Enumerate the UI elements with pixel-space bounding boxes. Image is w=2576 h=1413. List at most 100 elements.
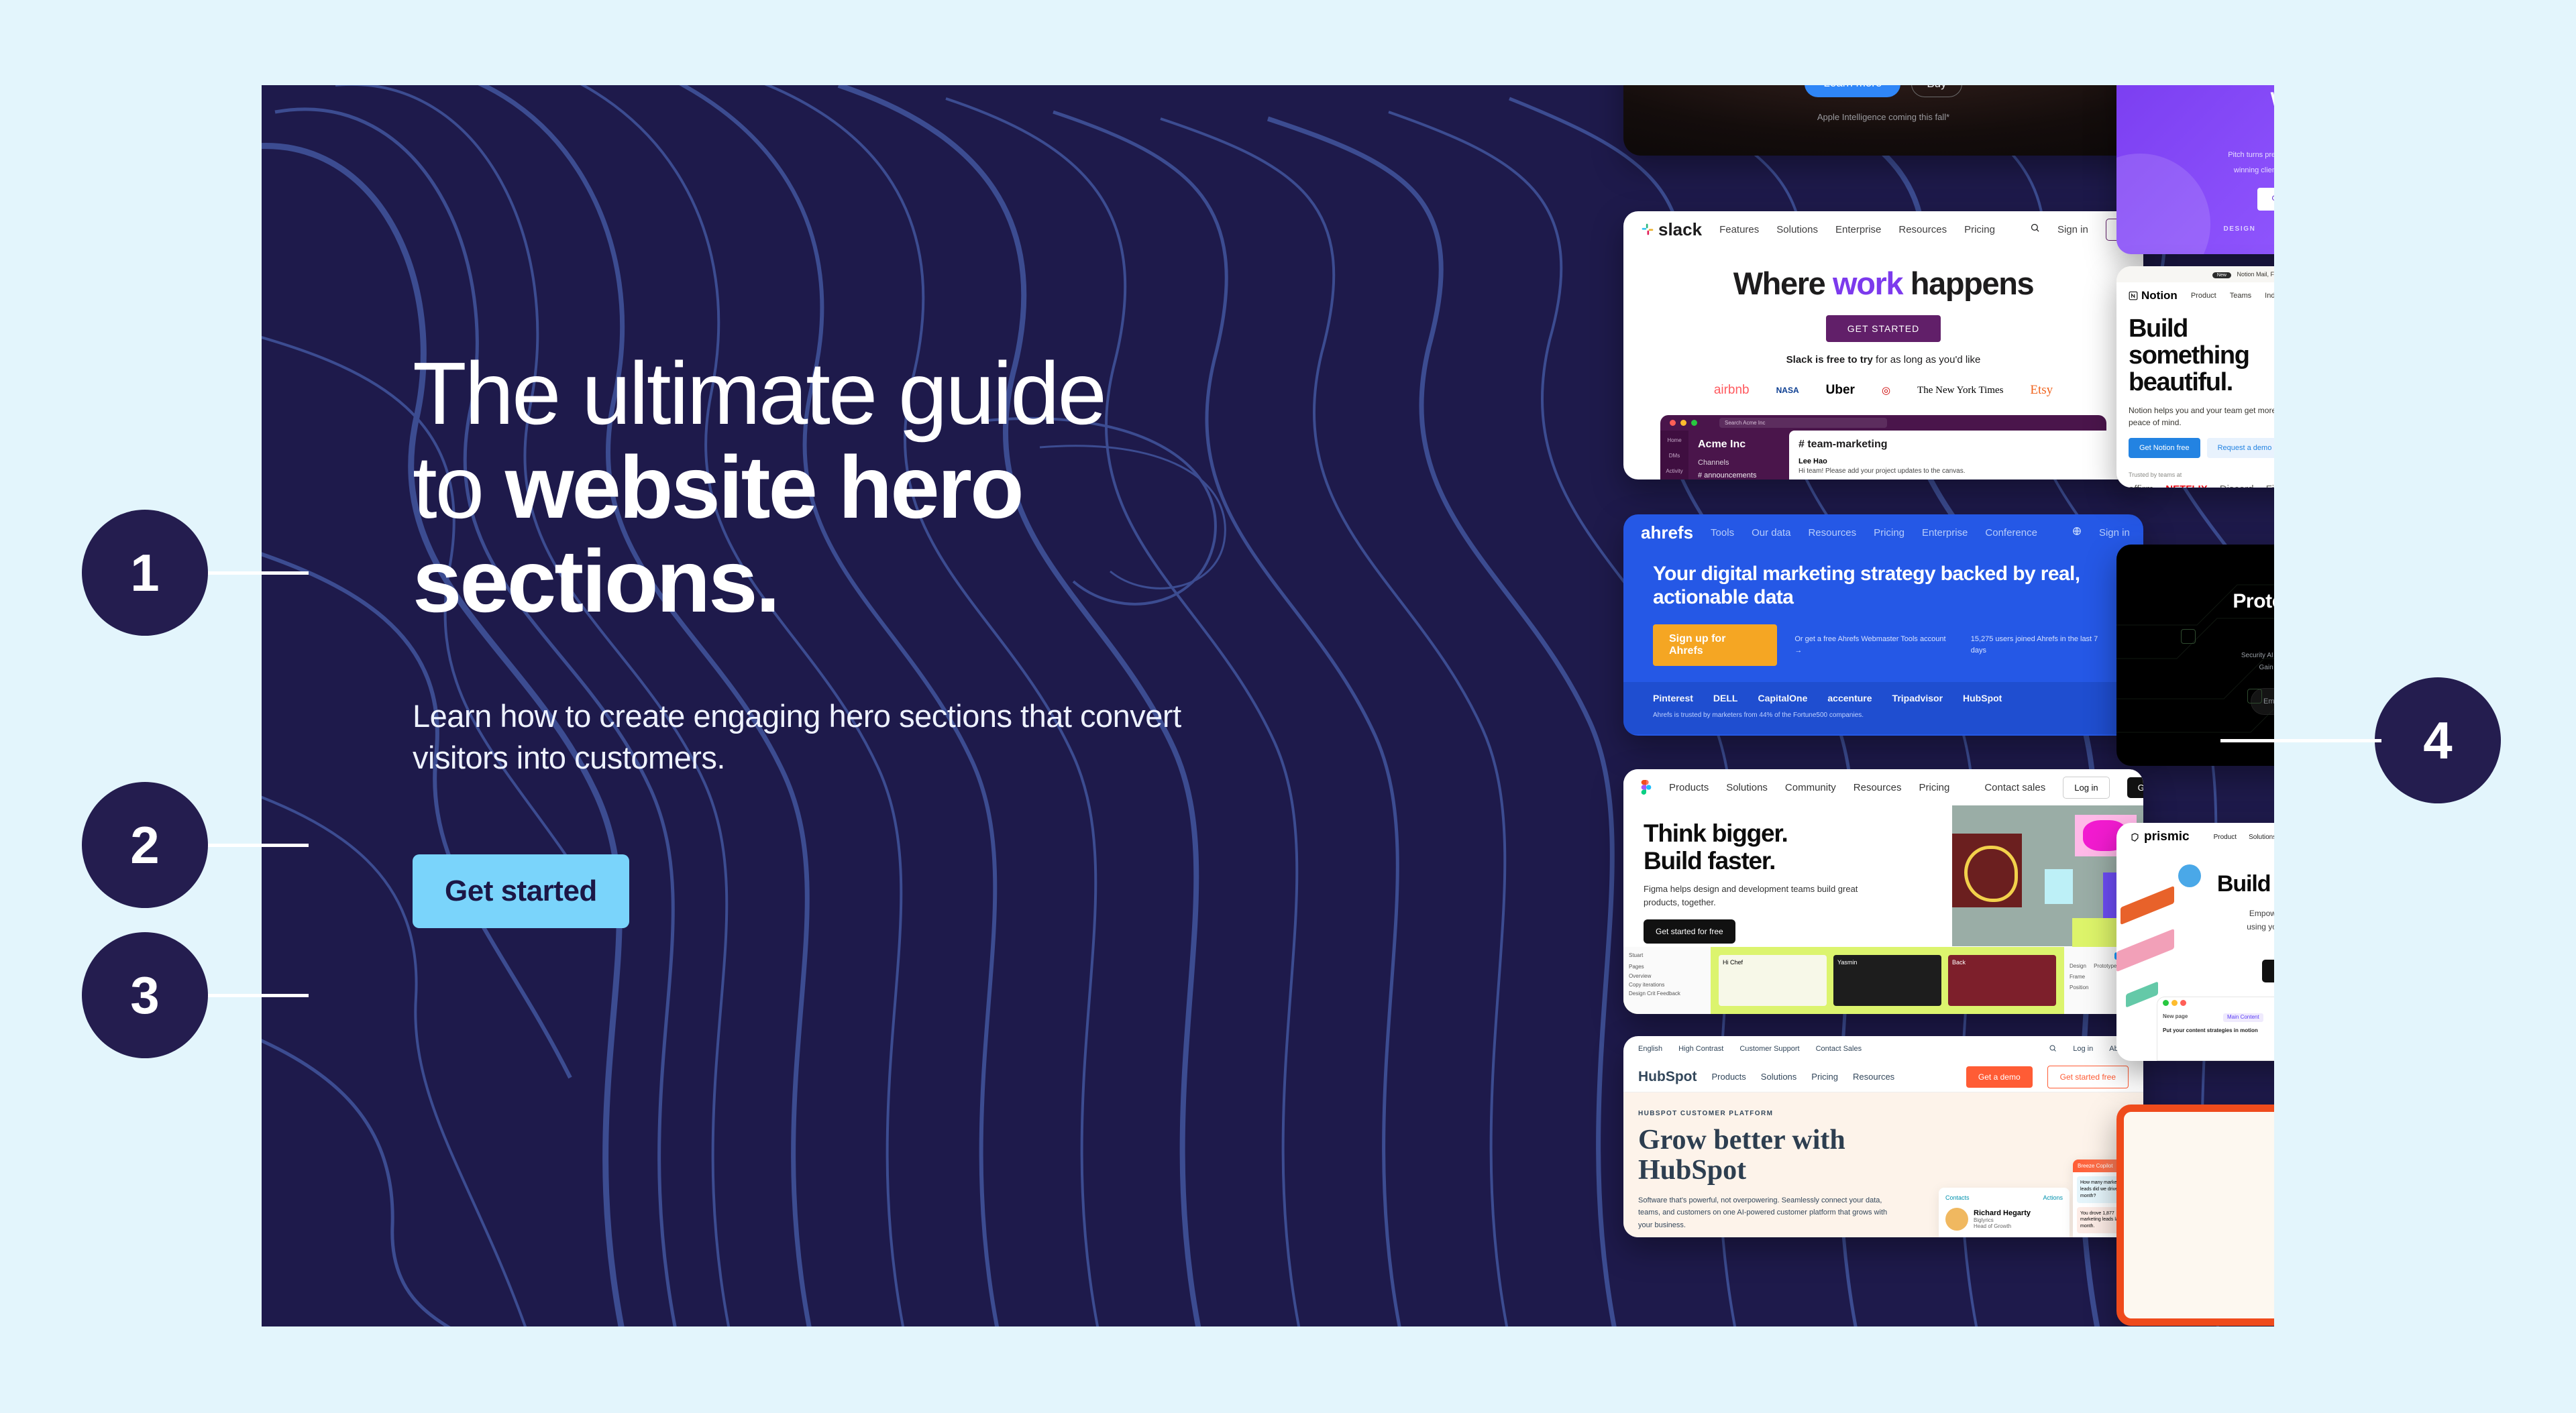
slack-rail-activity[interactable]: Activity — [1660, 468, 1688, 474]
figma-editor-layer-3[interactable]: Design Crit Feedback — [1629, 991, 1705, 997]
example-card-orange[interactable] — [2116, 1105, 2274, 1326]
figma-editor-layer-1[interactable]: Overview — [1629, 973, 1705, 979]
example-card-pitch[interactable]: Win more deals. Pitch. Pitch turns prese… — [2116, 85, 2274, 254]
ahrefs-webmaster-note[interactable]: Or get a free Ahrefs Webmaster Tools acc… — [1794, 634, 1953, 656]
slack-search-input[interactable]: Search Acme Inc — [1719, 418, 1887, 428]
figma-panel-tab-design[interactable]: Design — [2070, 963, 2086, 969]
prismic-nav-product[interactable]: Product — [2214, 834, 2237, 841]
hubspot-utility-contact[interactable]: Contact Sales — [1816, 1045, 1862, 1053]
hubspot-nav-pricing[interactable]: Pricing — [1811, 1072, 1838, 1082]
hubspot-search-icon[interactable] — [2049, 1044, 2057, 1054]
slack-wordmark: slack — [1658, 219, 1703, 239]
figma-editor-pages-label: Pages — [1629, 964, 1644, 970]
apple-buy-button[interactable]: Buy — [1911, 85, 1962, 97]
example-card-slack[interactable]: slack Features Solutions Enterprise Reso… — [1623, 211, 2143, 479]
slack-rail-home[interactable]: Home — [1660, 437, 1688, 443]
prismic-editor-titlebar — [2157, 997, 2274, 1008]
slack-nav-features[interactable]: Features — [1719, 224, 1759, 235]
hubspot-nav-solutions[interactable]: Solutions — [1761, 1072, 1796, 1082]
hubspot-get-started-free-button[interactable]: Get started free — [2047, 1065, 2129, 1088]
slack-message-author: Lee Hao — [1799, 457, 1827, 465]
prismic-window-dot-red[interactable] — [2180, 999, 2186, 1006]
figma-get-started-nav-button[interactable]: Get started for free — [2127, 777, 2143, 798]
ahrefs-nav-pricing[interactable]: Pricing — [1874, 527, 1904, 539]
ahrefs-signin-link[interactable]: Sign in — [2099, 527, 2130, 539]
notion-nav-individuals[interactable]: Individuals — [2265, 292, 2274, 300]
window-minimize-dot[interactable] — [1680, 420, 1686, 426]
ahrefs-nav-conference[interactable]: Conference — [1985, 527, 2037, 539]
figma-contact-sales-link[interactable]: Contact sales — [1984, 782, 2045, 793]
figma-login-button[interactable]: Log in — [2063, 776, 2110, 799]
slack-search-icon[interactable] — [2030, 223, 2040, 236]
slack-channel-announcements[interactable]: # announcements — [1698, 471, 1789, 479]
example-card-hubspot[interactable]: English High Contrast Customer Support C… — [1623, 1036, 2143, 1237]
example-card-prismic[interactable]: prismic Product Solutions Showcase Resou… — [2116, 823, 2274, 1061]
annotation-leader-1 — [208, 571, 309, 575]
figma-editor-layer-2[interactable]: Copy iterations — [1629, 982, 1705, 988]
notion-nav-teams[interactable]: Teams — [2230, 292, 2251, 300]
apple-learn-more-button[interactable]: Learn more — [1805, 85, 1901, 97]
prismic-window-dot-yellow[interactable] — [2171, 999, 2178, 1006]
slack-nav-pricing[interactable]: Pricing — [1964, 224, 1995, 235]
hubspot-nav-resources[interactable]: Resources — [1853, 1072, 1894, 1082]
figma-nav-community[interactable]: Community — [1785, 782, 1836, 793]
pitch-tab-design[interactable]: DESIGN — [2223, 225, 2255, 237]
slack-app-rail: Home DMs Activity — [1660, 431, 1688, 479]
figma-frame-yasmin[interactable]: Yasmin — [1833, 955, 1941, 1006]
annotation-badge-2[interactable]: 2 — [82, 782, 208, 908]
notion-request-demo-button[interactable]: Request a demo — [2206, 437, 2274, 458]
figma-panel-tab-prototype[interactable]: Prototype — [2094, 963, 2116, 969]
example-card-ahrefs[interactable]: ahrefs Tools Our data Resources Pricing … — [1623, 514, 2143, 736]
annotation-badge-4[interactable]: 4 — [2375, 677, 2501, 803]
figma-hero-cta-button[interactable]: Get started for free — [1644, 919, 1735, 944]
hubspot-contacts-label[interactable]: Contacts — [1945, 1194, 1970, 1201]
figma-nav-pricing[interactable]: Pricing — [1919, 782, 1949, 793]
prismic-editor-tab-main-content[interactable]: Main Content — [2223, 1013, 2263, 1022]
ahrefs-globe-icon[interactable] — [2072, 526, 2082, 539]
notion-get-free-button[interactable]: Get Notion free — [2129, 437, 2200, 458]
window-close-dot[interactable] — [1670, 420, 1676, 426]
ahrefs-signup-cta-button[interactable]: Sign up for Ahrefs — [1653, 624, 1778, 666]
hubspot-nav-products[interactable]: Products — [1711, 1072, 1746, 1082]
ahrefs-nav-tools[interactable]: Tools — [1711, 527, 1734, 539]
figma-headline-line-1: Think bigger. — [1644, 819, 1788, 847]
slack-nav-resources[interactable]: Resources — [1898, 224, 1947, 235]
slack-rail-dms[interactable]: DMs — [1660, 453, 1688, 459]
slack-hero-cta-button[interactable]: GET STARTED — [1825, 315, 1941, 342]
figma-nav-products[interactable]: Products — [1669, 782, 1709, 793]
figma-frame-back[interactable]: Back — [1948, 955, 2056, 1006]
pitch-get-started-button[interactable]: Get started for free — [2257, 187, 2274, 211]
notion-nav-product[interactable]: Product — [2191, 292, 2216, 300]
hubspot-actions-label[interactable]: Actions — [2043, 1194, 2063, 1201]
ahrefs-nav-our-data[interactable]: Our data — [1752, 527, 1790, 539]
hubspot-utility-support[interactable]: Customer Support — [1739, 1045, 1799, 1053]
annotation-badge-1[interactable]: 1 — [82, 510, 208, 636]
hubspot-login-link[interactable]: Log in — [2073, 1045, 2093, 1053]
example-card-notion[interactable]: New Notion Mail, Forms, Marketplace, and… — [2116, 266, 2274, 488]
annotation-badge-3[interactable]: 3 — [82, 932, 208, 1058]
window-maximize-dot[interactable] — [1691, 420, 1697, 426]
example-card-security[interactable]: New Security Platform Protect your organ… — [2116, 545, 2274, 766]
hubspot-utility-language[interactable]: English — [1638, 1045, 1662, 1053]
prismic-window-dot-green[interactable] — [2163, 999, 2169, 1006]
ahrefs-nav-resources[interactable]: Resources — [1808, 527, 1856, 539]
slack-workspace-name[interactable]: Acme Inc — [1698, 439, 1789, 451]
figma-nav-solutions[interactable]: Solutions — [1726, 782, 1768, 793]
logo-tripadvisor: Tripadvisor — [1892, 692, 1943, 703]
figma-frame-hi-chef[interactable]: Hi Chef — [1719, 955, 1827, 1006]
ahrefs-nav-enterprise[interactable]: Enterprise — [1922, 527, 1968, 539]
hubspot-get-demo-button[interactable]: Get a demo — [1966, 1066, 2033, 1088]
notion-announcement-banner[interactable]: New Notion Mail, Forms, Marketplace, and… — [2116, 266, 2274, 282]
get-started-button[interactable]: Get started — [413, 854, 629, 928]
example-card-apple[interactable]: Learn more Buy Apple Intelligence coming… — [1623, 85, 2143, 156]
figma-nav-resources[interactable]: Resources — [1854, 782, 1902, 793]
slack-nav-solutions[interactable]: Solutions — [1776, 224, 1818, 235]
slack-nav-enterprise[interactable]: Enterprise — [1835, 224, 1881, 235]
pitch-tab-row: DESIGN COLLABORATE CONVERT ANALYZE — [2116, 225, 2274, 237]
slack-signin-link[interactable]: Sign in — [2057, 224, 2088, 235]
prismic-get-started-button[interactable]: Get started — [2262, 960, 2274, 983]
example-card-figma[interactable]: Products Solutions Community Resources P… — [1623, 769, 2143, 1014]
hubspot-utility-contrast[interactable]: High Contrast — [1678, 1045, 1723, 1053]
prismic-nav-solutions[interactable]: Solutions — [2249, 834, 2274, 841]
screenshot-root: The ultimate guide to website hero secti… — [0, 0, 2576, 1413]
